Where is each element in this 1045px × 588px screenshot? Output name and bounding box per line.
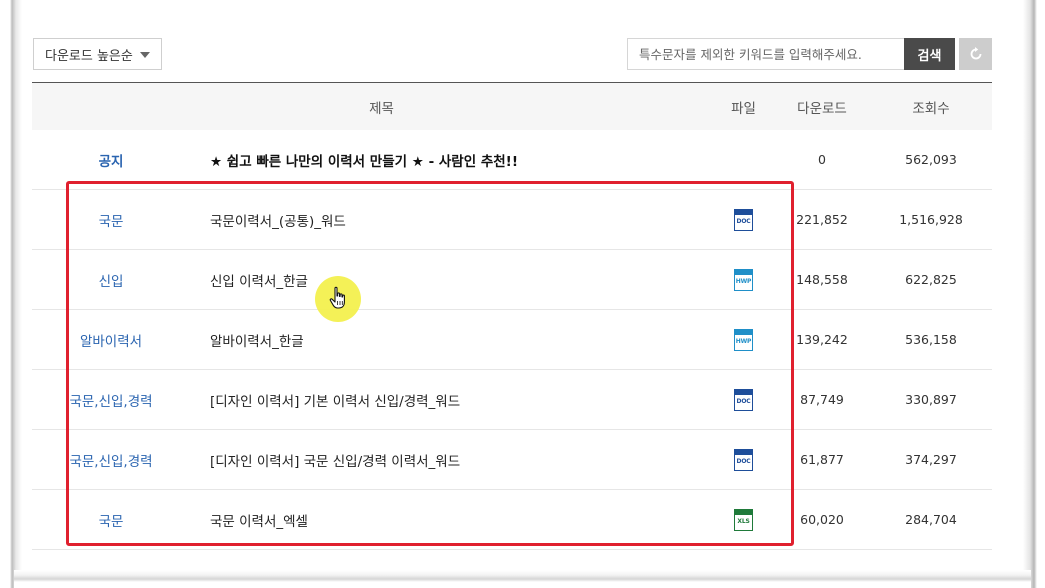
hwp-file-icon[interactable]: HWP: [734, 268, 753, 291]
row-downloads: 61,877: [800, 452, 844, 467]
row-views: 374,297: [905, 452, 957, 467]
row-category-link[interactable]: 신입: [32, 270, 190, 290]
file-type-label: DOC: [736, 457, 751, 465]
row-category-link[interactable]: 국문: [32, 510, 190, 530]
header-downloads: 다운로드: [797, 100, 847, 117]
xls-file-icon[interactable]: XLS: [734, 508, 753, 531]
frame-left-edge: [0, 0, 22, 588]
search-button[interactable]: 검색: [904, 38, 955, 70]
table-row[interactable]: 국문 국문이력서_(공통)_워드 DOC 221,852 1,516,928: [32, 190, 992, 250]
row-downloads: 87,749: [800, 392, 844, 407]
row-category-link[interactable]: 국문,신입,경력: [32, 390, 190, 410]
resume-template-table: 제목 파일 다운로드 조회수 공지 ★ 쉽고 빠른 나만의 이력서 만들기 ★ …: [32, 82, 992, 550]
row-downloads: 139,242: [796, 332, 848, 347]
notice-title-link[interactable]: ★ 쉽고 빠른 나만의 이력서 만들기 ★ - 사람인 추천!!: [190, 150, 713, 170]
doc-file-icon[interactable]: DOC: [734, 448, 753, 471]
row-views: 622,825: [905, 272, 957, 287]
row-title-link[interactable]: [디자인 이력서] 기본 이력서 신입/경력_워드: [190, 390, 713, 410]
header-title: 제목: [369, 100, 394, 117]
notice-downloads: 0: [818, 152, 826, 167]
refresh-icon: [970, 47, 981, 60]
frame-right-edge: [1023, 0, 1045, 588]
search-input[interactable]: [627, 38, 904, 70]
row-title-link[interactable]: 알바이력서_한글: [190, 330, 713, 350]
hand-pointer-icon: [329, 286, 345, 309]
header-file: 파일: [731, 100, 756, 117]
hwp-file-icon[interactable]: HWP: [734, 328, 753, 351]
row-downloads: 221,852: [796, 212, 848, 227]
row-views: 1,516,928: [899, 212, 963, 227]
row-downloads: 60,020: [800, 512, 844, 527]
frame-bottom-edge: [14, 570, 1031, 588]
file-type-label: HWP: [735, 337, 752, 345]
table-row[interactable]: 신입 신입 이력서_한글 HWP 148,558 622,825: [32, 250, 992, 310]
row-category-link[interactable]: 국문,신입,경력: [32, 450, 190, 470]
notice-views: 562,093: [905, 152, 957, 167]
sort-dropdown-label: 다운로드 높은순: [45, 48, 133, 64]
row-downloads: 148,558: [796, 272, 848, 287]
table-row[interactable]: 국문,신입,경력 [디자인 이력서] 기본 이력서 신입/경력_워드 DOC 8…: [32, 370, 992, 430]
file-type-label: HWP: [735, 277, 752, 285]
doc-file-icon[interactable]: DOC: [734, 388, 753, 411]
row-category-link[interactable]: 알바이력서: [32, 330, 190, 350]
sort-dropdown[interactable]: 다운로드 높은순: [33, 38, 162, 70]
notice-category: 공지: [98, 153, 124, 170]
row-title-link[interactable]: [디자인 이력서] 국문 신입/경력 이력서_워드: [190, 450, 713, 470]
doc-file-icon[interactable]: DOC: [734, 208, 753, 231]
row-category-link[interactable]: 국문: [32, 210, 190, 230]
table-header: 제목 파일 다운로드 조회수: [32, 82, 992, 130]
table-row[interactable]: 국문 국문 이력서_엑셀 XLS 60,020 284,704: [32, 490, 992, 550]
row-title-link[interactable]: 국문이력서_(공통)_워드: [190, 210, 713, 230]
row-views: 330,897: [905, 392, 957, 407]
file-type-label: XLS: [737, 517, 750, 525]
table-row[interactable]: 국문,신입,경력 [디자인 이력서] 국문 신입/경력 이력서_워드 DOC 6…: [32, 430, 992, 490]
reset-button[interactable]: [959, 38, 992, 70]
table-row[interactable]: 알바이력서 알바이력서_한글 HWP 139,242 536,158: [32, 310, 992, 370]
row-title-link[interactable]: 국문 이력서_엑셀: [190, 510, 713, 530]
header-views: 조회수: [912, 100, 950, 117]
notice-row[interactable]: 공지 ★ 쉽고 빠른 나만의 이력서 만들기 ★ - 사람인 추천!! 0 56…: [32, 130, 992, 190]
row-views: 284,704: [905, 512, 957, 527]
file-type-label: DOC: [736, 397, 751, 405]
file-type-label: DOC: [736, 217, 751, 225]
chevron-down-icon: [140, 52, 150, 58]
row-views: 536,158: [905, 332, 957, 347]
row-title-link[interactable]: 신입 이력서_한글: [190, 270, 713, 290]
